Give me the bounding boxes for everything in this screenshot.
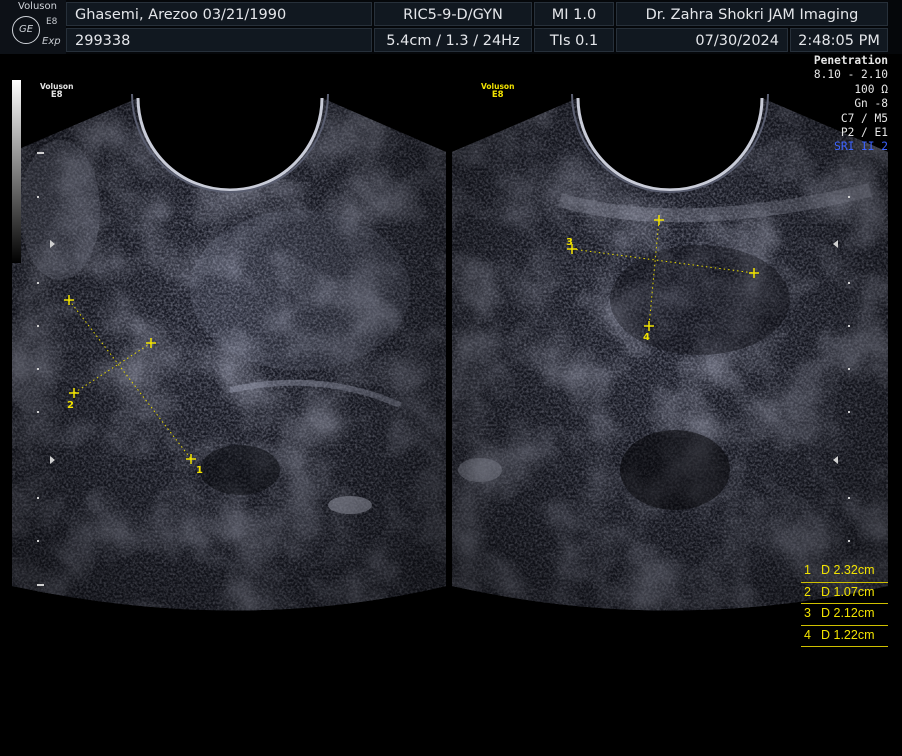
measurement-index: 1 xyxy=(804,563,811,577)
param-penetration: Penetration xyxy=(813,54,888,67)
measurement-row: 3 D 2.12cm xyxy=(801,604,888,626)
caliper-number: 1 xyxy=(196,465,203,476)
caliper-number: 4 xyxy=(643,332,650,343)
measurement-row: 2 D 1.07cm xyxy=(801,583,888,604)
right-model-label: E8 xyxy=(491,90,504,100)
measurement-value: D 2.32cm xyxy=(821,563,875,577)
left-image-label: Voluson E8 xyxy=(40,82,73,100)
measurement-value: D 1.07cm xyxy=(821,584,875,599)
param-power: 100 Ω xyxy=(854,82,888,96)
param-p-e: P2 / E1 xyxy=(840,126,888,140)
param-sri: SRI II 2 xyxy=(834,140,888,154)
left-model-label: E8 xyxy=(50,90,63,100)
ultrasound-dual-view: 1 2 3 4 xyxy=(12,93,888,611)
measurement-index: 3 xyxy=(804,606,811,620)
measurement-row: 1 D 2.32cm xyxy=(801,561,888,583)
caliper-number: 2 xyxy=(67,400,74,411)
right-ultrasound-image xyxy=(452,98,888,611)
param-c-m: C7 / M5 xyxy=(840,111,888,125)
param-gain: Gn -8 xyxy=(854,97,888,111)
measurement-value: D 2.12cm xyxy=(821,606,875,620)
left-ultrasound-image xyxy=(12,98,446,611)
measurement-index: 2 xyxy=(804,584,811,599)
grayscale-bar xyxy=(12,80,21,263)
measurement-results: 1 D 2.32cm 2 D 1.07cm 3 D 2.12cm 4 D 1.22cm xyxy=(801,561,888,647)
measurement-index: 4 xyxy=(804,627,811,642)
right-image-label: Voluson E8 xyxy=(481,82,514,100)
param-frequency: 8.10 - 2.10 xyxy=(813,68,888,82)
measurement-value: D 1.22cm xyxy=(821,627,875,642)
parameter-panel: Penetration 8.10 - 2.10 100 Ω Gn -8 C7 /… xyxy=(814,54,888,155)
measurement-row: 4 D 1.22cm xyxy=(801,626,888,647)
caliper-number: 3 xyxy=(566,237,573,248)
